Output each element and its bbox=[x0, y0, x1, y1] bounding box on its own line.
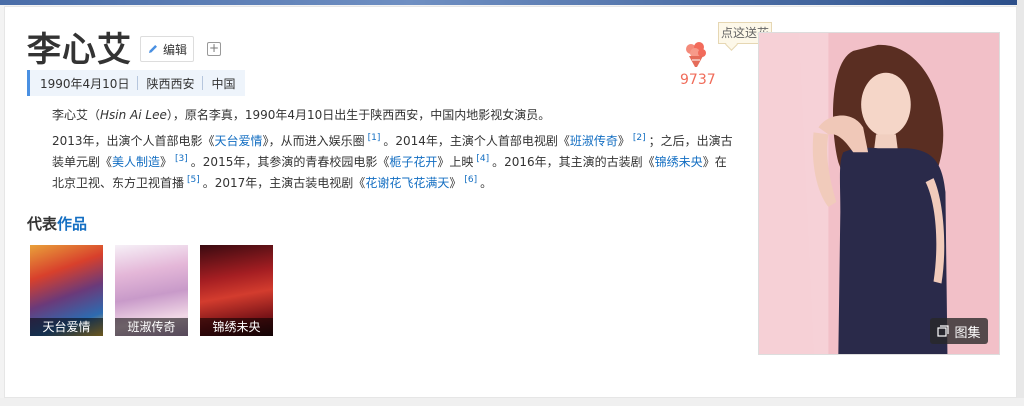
basic-info-bar: 1990年4月10日 陕西西安 中国 bbox=[27, 70, 246, 96]
work-link[interactable]: 花谢花飞花满天 bbox=[365, 176, 449, 190]
person-name: 李心艾 bbox=[27, 30, 132, 70]
citation-link[interactable]: [6] bbox=[464, 175, 477, 185]
work-title: 班淑传奇 bbox=[115, 318, 188, 336]
top-accent-bar bbox=[0, 0, 1024, 5]
edit-button[interactable]: 编辑 bbox=[140, 36, 194, 62]
work-link[interactable]: 美人制造 bbox=[112, 155, 160, 169]
scrollbar-track[interactable] bbox=[1017, 0, 1024, 406]
work-card-2[interactable]: 班淑传奇 bbox=[115, 245, 188, 336]
summary-text: 。2016年，其主演的古装剧《 bbox=[492, 155, 655, 169]
work-link[interactable]: 锦绣未央 bbox=[655, 155, 703, 169]
gallery-button[interactable]: 图集 bbox=[930, 318, 988, 344]
work-card-1[interactable]: 天台爱情 bbox=[30, 245, 103, 336]
add-icon[interactable]: + bbox=[207, 42, 221, 56]
flower-bouquet-icon[interactable] bbox=[680, 40, 712, 68]
summary-paragraph-2: 2013年，出演个人首部电影《天台爱情》，从而进入娱乐圈 [1] 。2014年，主演… bbox=[28, 131, 733, 194]
divider bbox=[137, 76, 139, 90]
flower-count: 9737 bbox=[680, 72, 716, 88]
summary-text: 。2014年，主演个人首部电视剧《 bbox=[383, 134, 570, 148]
pencil-icon bbox=[148, 45, 157, 53]
summary-text: 。2017年，主演古装电视剧《 bbox=[202, 176, 366, 190]
citation-link[interactable]: [4] bbox=[476, 154, 489, 164]
work-title: 锦绣未央 bbox=[200, 318, 273, 336]
edit-button-label: 编辑 bbox=[162, 42, 187, 57]
works-link[interactable]: 作品 bbox=[57, 215, 87, 233]
gallery-icon bbox=[937, 325, 950, 337]
summary-text: 》 bbox=[160, 155, 173, 169]
summary-text: 李心艾（ bbox=[52, 108, 101, 122]
work-link[interactable]: 栀子花开 bbox=[389, 155, 437, 169]
citation-link[interactable]: [5] bbox=[187, 175, 200, 185]
work-link[interactable]: 天台爱情 bbox=[215, 134, 263, 148]
summary-text: 》，从而进入娱乐圈 bbox=[262, 134, 365, 148]
summary-text: 2013年，出演个人首部电影《 bbox=[52, 134, 215, 148]
divider bbox=[202, 76, 204, 90]
citation-link[interactable]: [1] bbox=[368, 133, 381, 143]
english-name: Hsin Ai Lee bbox=[100, 108, 167, 122]
birth-place: 陕西西安 bbox=[146, 76, 195, 91]
summary-text: 》上映 bbox=[437, 155, 474, 169]
summary-text: 。 bbox=[480, 176, 493, 190]
summary-text: 》 bbox=[449, 176, 462, 190]
nationality: 中国 bbox=[211, 76, 236, 91]
citation-link[interactable]: [3] bbox=[175, 154, 188, 164]
summary-text: ），原名李真，1990年4月10日出生于陕西西安，中国内地影视女演员。 bbox=[166, 108, 551, 122]
summary-text: 。2015年，其参演的青春校园电影《 bbox=[190, 155, 390, 169]
summary-text: 》 bbox=[617, 134, 630, 148]
portrait-image[interactable] bbox=[758, 32, 1000, 355]
work-title: 天台爱情 bbox=[30, 318, 103, 336]
citation-link[interactable]: [2] bbox=[633, 133, 646, 143]
gallery-label: 图集 bbox=[954, 325, 981, 341]
work-card-3[interactable]: 锦绣未央 bbox=[200, 245, 273, 336]
works-section-title: 代表作品 bbox=[27, 215, 88, 233]
birth-date: 1990年4月10日 bbox=[40, 76, 130, 91]
work-link[interactable]: 班淑传奇 bbox=[570, 134, 618, 148]
page-bottom bbox=[0, 398, 1024, 406]
summary-paragraph-1: 李心艾（Hsin Ai Lee），原名李真，1990年4月10日出生于陕西西安，… bbox=[28, 105, 733, 126]
